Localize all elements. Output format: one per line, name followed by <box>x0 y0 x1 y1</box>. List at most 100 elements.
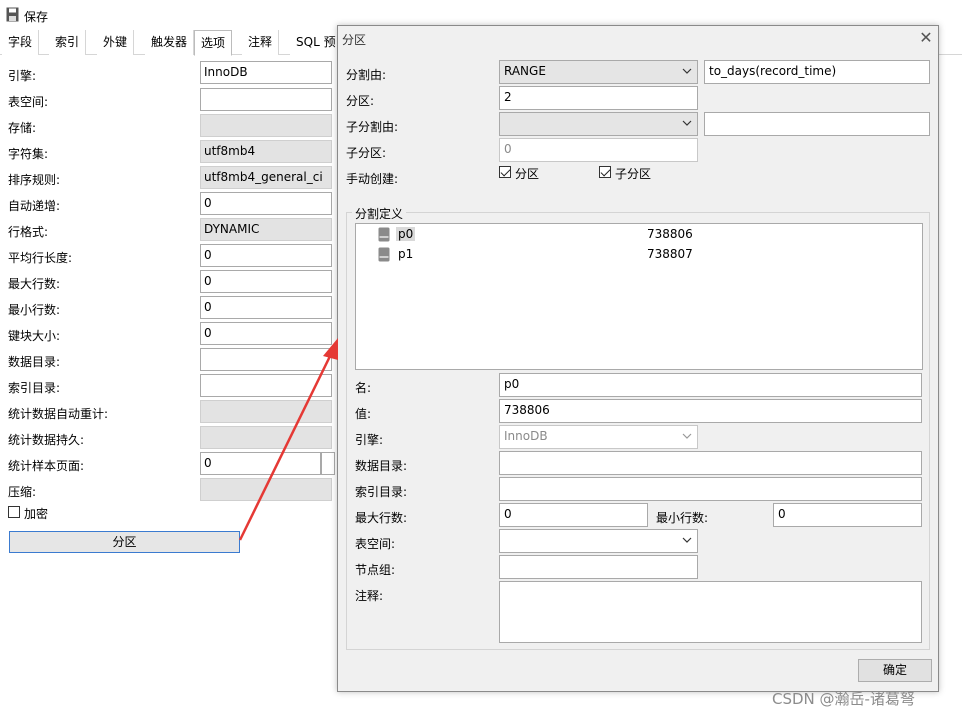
tab-comments[interactable]: 注释 <box>242 30 280 55</box>
nodegroup-input[interactable] <box>499 555 698 579</box>
partition-min-rows-label: 最小行数: <box>656 511 709 525</box>
partition-by-value: RANGE <box>504 64 546 78</box>
stats-sample-pages-label: 统计样本页面: <box>8 459 85 473</box>
row-format-select[interactable]: DYNAMIC <box>200 218 332 241</box>
tab-sql-preview[interactable]: SQL 预 <box>290 30 342 55</box>
index-directory-label: 索引目录: <box>8 381 61 395</box>
chevron-down-icon <box>682 537 692 543</box>
stats-auto-recalc-select[interactable] <box>200 400 332 423</box>
encryption-checkbox[interactable] <box>8 506 20 518</box>
partition-list[interactable]: p0 738806 p1 738807 <box>355 223 923 370</box>
partition-tablespace-label: 表空间: <box>355 537 396 551</box>
partitions-input[interactable]: 2 <box>499 86 698 110</box>
manual-partition-checkbox[interactable] <box>499 166 511 178</box>
avg-row-length-input[interactable]: 0 <box>200 244 332 267</box>
chevron-down-icon <box>682 433 692 439</box>
subpartitions-input[interactable]: 0 <box>499 138 698 162</box>
partitions-label: 分区: <box>346 94 375 108</box>
tab-indexes[interactable]: 索引 <box>49 30 87 55</box>
index-directory-input[interactable] <box>200 374 332 397</box>
partition-data-dir-label: 数据目录: <box>355 459 408 473</box>
manual-subpartition-checkbox[interactable] <box>599 166 611 178</box>
partition-dialog: 分区 ✕ 分割由: RANGE to_days(record_time) 分区:… <box>337 25 939 692</box>
auto-increment-input[interactable]: 0 <box>200 192 332 215</box>
data-directory-label: 数据目录: <box>8 355 61 369</box>
save-icon[interactable] <box>6 7 19 22</box>
min-rows-label: 最小行数: <box>8 303 61 317</box>
partition-value: 738806 <box>647 227 693 241</box>
subpartition-expression-input[interactable] <box>704 112 930 136</box>
value-input[interactable]: 738806 <box>499 399 922 423</box>
stats-sample-pages-input[interactable]: 0 <box>200 452 321 475</box>
encryption-label: 加密 <box>24 507 49 521</box>
name-label: 名: <box>355 381 372 395</box>
watermark: CSDN @瀚岳-诸葛弩 <box>772 690 915 708</box>
list-item[interactable]: p1 738807 <box>356 245 922 265</box>
dialog-title: 分区 <box>342 33 367 47</box>
partition-name: p1 <box>398 247 414 261</box>
partition-max-rows-input[interactable]: 0 <box>499 503 648 527</box>
stats-sample-pages-extra[interactable] <box>321 452 335 475</box>
partition-comment-label: 注释: <box>355 589 384 603</box>
storage-select[interactable] <box>200 114 332 137</box>
partition-expression-input[interactable]: to_days(record_time) <box>704 60 930 84</box>
charset-label: 字符集: <box>8 147 49 161</box>
partition-engine-value: InnoDB <box>504 429 548 443</box>
manual-create-label: 手动创建: <box>346 172 399 186</box>
max-rows-label: 最大行数: <box>8 277 61 291</box>
database-icon <box>378 227 390 242</box>
partition-value: 738807 <box>647 247 693 261</box>
value-label: 值: <box>355 407 372 421</box>
key-block-size-input[interactable]: 0 <box>200 322 332 345</box>
storage-label: 存储: <box>8 121 37 135</box>
partition-definition-title: 分割定义 <box>352 205 407 222</box>
database-icon <box>378 247 390 262</box>
engine-select[interactable]: InnoDB <box>200 61 332 84</box>
partition-button[interactable]: 分区 <box>9 531 240 553</box>
compression-select[interactable] <box>200 478 332 501</box>
compression-label: 压缩: <box>8 485 37 499</box>
partition-index-dir-input[interactable] <box>499 477 922 501</box>
name-input[interactable]: p0 <box>499 373 922 397</box>
tab-triggers[interactable]: 触发器 <box>145 30 195 55</box>
data-directory-input[interactable] <box>200 348 332 371</box>
charset-select[interactable]: utf8mb4 <box>200 140 332 163</box>
partition-name: p0 <box>396 227 416 241</box>
min-rows-input[interactable]: 0 <box>200 296 332 319</box>
tablespace-label: 表空间: <box>8 95 49 109</box>
max-rows-input[interactable]: 0 <box>200 270 332 293</box>
tablespace-input[interactable] <box>200 88 332 111</box>
save-button[interactable]: 保存 <box>24 8 48 25</box>
manual-subpartition-label: 子分区 <box>615 167 652 181</box>
manual-partition-label: 分区 <box>515 167 540 181</box>
stats-auto-recalc-label: 统计数据自动重计: <box>8 407 109 421</box>
ok-button[interactable]: 确定 <box>858 659 932 682</box>
partition-by-select[interactable]: RANGE <box>499 60 698 84</box>
auto-increment-label: 自动递增: <box>8 199 61 213</box>
subpartition-by-select[interactable] <box>499 112 698 136</box>
collation-select[interactable]: utf8mb4_general_ci <box>200 166 332 189</box>
chevron-down-icon <box>682 68 692 74</box>
partition-comment-textarea[interactable] <box>499 581 922 643</box>
close-icon[interactable]: ✕ <box>916 27 936 49</box>
tab-fields[interactable]: 字段 <box>2 30 40 55</box>
subpartitions-label: 子分区: <box>346 146 387 160</box>
partition-index-dir-label: 索引目录: <box>355 485 408 499</box>
avg-row-length-label: 平均行长度: <box>8 251 73 265</box>
partition-tablespace-select[interactable] <box>499 529 698 553</box>
chevron-down-icon <box>682 120 692 126</box>
tab-options[interactable]: 选项 <box>194 30 233 56</box>
row-format-label: 行格式: <box>8 225 49 239</box>
tab-foreign-keys[interactable]: 外键 <box>97 30 135 55</box>
partition-data-dir-input[interactable] <box>499 451 922 475</box>
engine-label: 引擎: <box>8 69 37 83</box>
key-block-size-label: 键块大小: <box>8 329 61 343</box>
stats-persistent-select[interactable] <box>200 426 332 449</box>
partition-max-rows-label: 最大行数: <box>355 511 408 525</box>
partition-engine-label: 引擎: <box>355 433 384 447</box>
stats-persistent-label: 统计数据持久: <box>8 433 85 447</box>
list-item[interactable]: p0 738806 <box>356 225 922 245</box>
partition-min-rows-input[interactable]: 0 <box>773 503 922 527</box>
nodegroup-label: 节点组: <box>355 563 396 577</box>
partition-engine-select[interactable]: InnoDB <box>499 425 698 449</box>
